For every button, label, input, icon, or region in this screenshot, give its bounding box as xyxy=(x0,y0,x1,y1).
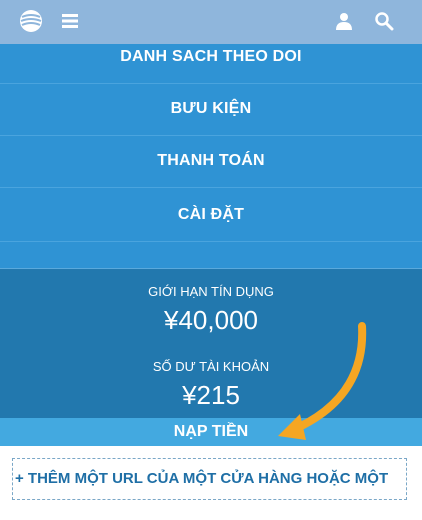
user-icon[interactable] xyxy=(334,11,354,31)
add-store-url-button[interactable]: + THÊM MỘT URL CỦA MỘT CỬA HÀNG HOẶC MỘT xyxy=(12,458,407,500)
menu-item-watchlist[interactable]: DANH SACH THEO DOI xyxy=(0,30,422,84)
hamburger-menu-icon[interactable] xyxy=(60,12,80,30)
menu-item-settings[interactable]: CÀI ĐẶT xyxy=(0,188,422,242)
menu-item-payment[interactable]: THANH TOÁN xyxy=(0,134,422,188)
menu-item-parcels[interactable]: BƯU KIỆN xyxy=(0,82,422,136)
credit-limit-label: GIỚI HẠN TÍN DỤNG xyxy=(148,284,274,299)
search-icon[interactable] xyxy=(374,11,394,31)
side-menu: DANH SACH THEO DOI BƯU KIỆN THANH TOÁN C… xyxy=(0,44,422,268)
orange-arrow-annotation xyxy=(278,322,367,440)
